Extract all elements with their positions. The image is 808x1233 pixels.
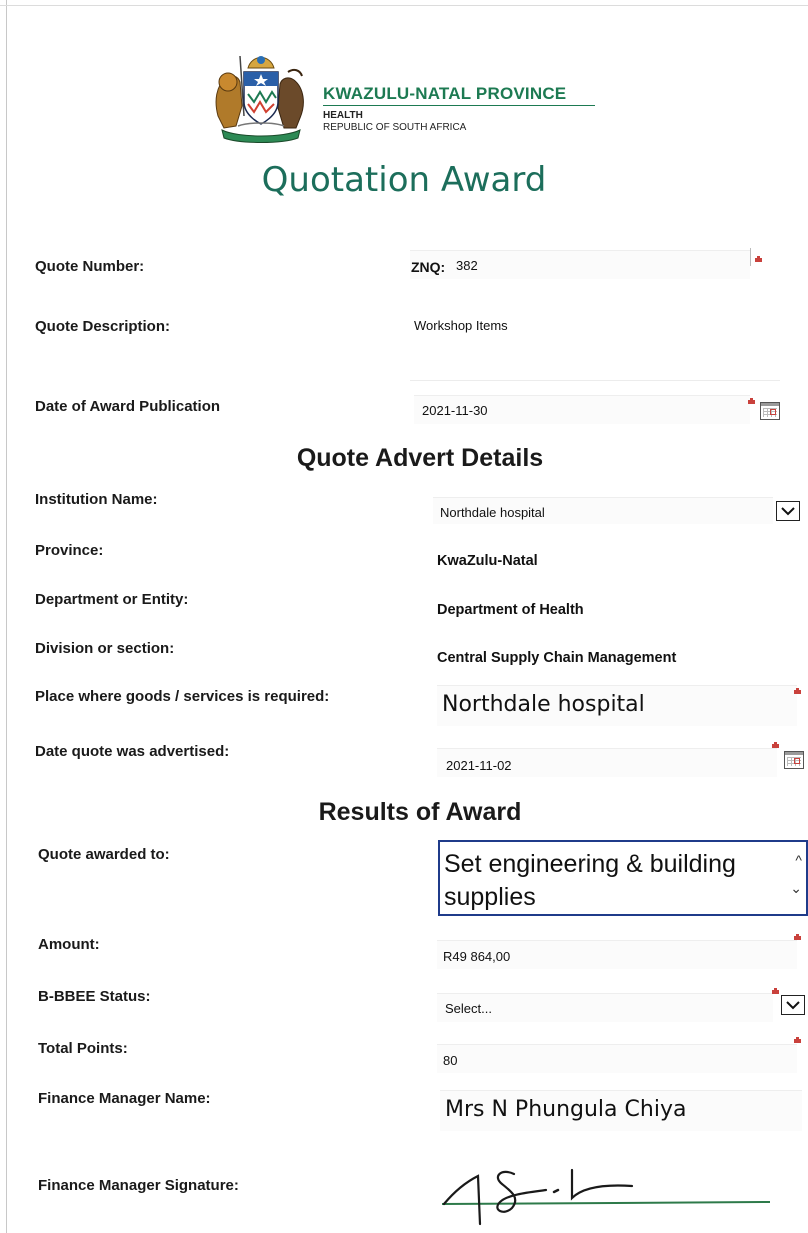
page-edge-top (0, 5, 808, 6)
section-title-advert: Quote Advert Details (296, 444, 544, 472)
chevron-down-icon (786, 1001, 800, 1010)
total-points-field[interactable] (437, 1044, 797, 1073)
section-title-results: Results of Award (318, 798, 522, 826)
institution-name-label: Institution Name: (35, 491, 158, 508)
bbbee-status-value: Select... (445, 1001, 492, 1016)
quote-number-prefix: ZNQ: (411, 259, 446, 275)
org-name: KWAZULU-NATAL PROVINCE (323, 84, 567, 103)
quote-number-value: 382 (456, 258, 478, 273)
quote-number-label: Quote Number: (35, 258, 145, 275)
quote-description-label: Quote Description: (35, 318, 171, 335)
date-advertised-value: 2021-11-02 (446, 758, 512, 773)
required-marker-icon (772, 988, 779, 994)
total-points-value: 80 (443, 1053, 458, 1068)
text-cursor (750, 248, 751, 266)
bbbee-status-label: B-BBEE Status: (38, 988, 151, 1005)
total-points-label: Total Points: (38, 1040, 128, 1057)
required-marker-icon (748, 398, 755, 404)
bbbee-dropdown-button[interactable] (781, 995, 805, 1015)
document-title: Quotation Award (261, 160, 547, 200)
calendar-icon[interactable] (760, 402, 780, 420)
awarded-to-label: Quote awarded to: (38, 846, 170, 863)
place-required-value: Northdale hospital (442, 692, 645, 717)
scroll-down-icon[interactable]: ⌄ (790, 880, 802, 897)
org-divider (323, 105, 595, 106)
division-value: Central Supply Chain Management (437, 650, 677, 666)
field-underline (410, 380, 780, 381)
department-label: Department or Entity: (35, 591, 189, 608)
coat-of-arms-icon (215, 55, 304, 143)
org-country: REPUBLIC OF SOUTH AFRICA (323, 122, 467, 133)
amount-label: Amount: (38, 936, 100, 953)
division-label: Division or section: (35, 640, 175, 657)
required-marker-icon (794, 1037, 801, 1043)
finance-manager-name-value: Mrs N Phungula Chiya (445, 1097, 687, 1122)
award-publication-date-value: 2021-11-30 (422, 403, 488, 418)
required-marker-icon (755, 256, 762, 262)
quote-description-value: Workshop Items (414, 318, 508, 333)
required-marker-icon (772, 742, 779, 748)
calendar-icon[interactable] (784, 751, 804, 769)
finance-manager-signature-label: Finance Manager Signature: (38, 1177, 239, 1194)
org-department: HEALTH (323, 110, 363, 121)
place-required-label: Place where goods / services is required… (35, 688, 330, 705)
chevron-down-icon (781, 507, 795, 516)
institution-dropdown-button[interactable] (776, 501, 800, 521)
date-advertised-label: Date quote was advertised: (35, 743, 230, 760)
province-value: KwaZulu-Natal (437, 553, 538, 569)
scroll-up-icon[interactable]: ^ (795, 852, 802, 868)
awarded-to-value: Set engineering & building supplies (444, 850, 736, 911)
province-label: Province: (35, 542, 104, 559)
required-marker-icon (794, 688, 801, 694)
amount-value: R49 864,00 (443, 949, 511, 964)
finance-manager-name-label: Finance Manager Name: (38, 1090, 211, 1107)
handwritten-signature (442, 1168, 771, 1226)
award-publication-date-label: Date of Award Publication (35, 398, 221, 415)
awarded-to-textarea[interactable]: Set engineering & building supplies ^ ⌄ (438, 840, 808, 916)
required-marker-icon (794, 934, 801, 940)
department-value: Department of Health (437, 602, 584, 618)
institution-name-value: Northdale hospital (440, 505, 545, 520)
